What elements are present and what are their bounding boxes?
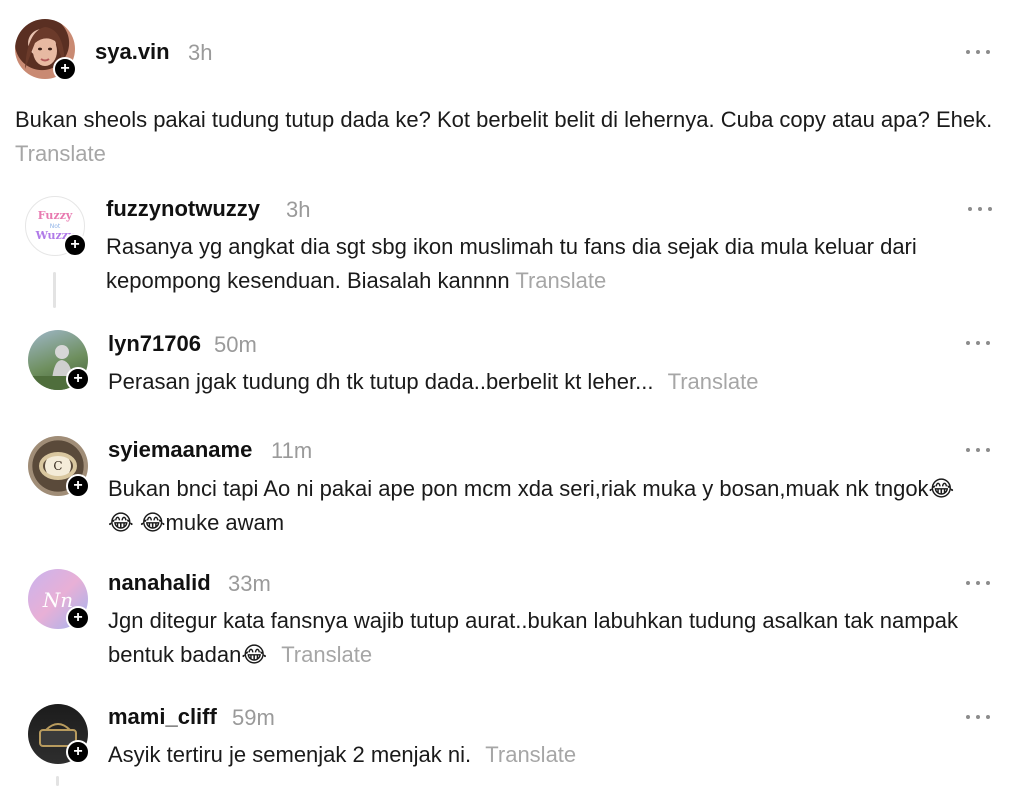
reply-text: Bukan bnci tapi Ao ni pakai ape pon mcm …: [108, 472, 968, 540]
more-options-icon[interactable]: [966, 48, 990, 56]
reply-time: 3h: [286, 197, 311, 222]
username[interactable]: sya.vin: [95, 39, 170, 65]
thread-line: [53, 272, 56, 308]
more-options-icon[interactable]: [968, 205, 992, 213]
plus-icon: +: [70, 236, 80, 253]
follow-button[interactable]: +: [53, 57, 77, 81]
thread-line: [56, 776, 59, 786]
translate-link[interactable]: Translate: [485, 742, 576, 767]
reply-body: Bukan bnci tapi Ao ni pakai ape pon mcm …: [108, 476, 955, 535]
post-body: Bukan sheols pakai tudung tutup dada ke?…: [15, 107, 993, 132]
more-options-icon[interactable]: [966, 446, 990, 454]
plus-icon: +: [73, 743, 83, 760]
reply-body: Perasan jgak tudung dh tk tutup dada..be…: [108, 369, 654, 394]
translate-link[interactable]: Translate: [515, 268, 606, 293]
reply-text: Jgn ditegur kata fansnya wajib tutup aur…: [108, 604, 978, 672]
plus-icon: +: [60, 60, 70, 77]
svg-text:C: C: [53, 459, 62, 473]
reply-body: Rasanya yg angkat dia sgt sbg ikon musli…: [106, 234, 917, 293]
username[interactable]: lyn71706: [108, 331, 201, 357]
post-time: 3h: [188, 40, 213, 65]
svg-text:Nn: Nn: [42, 588, 73, 612]
follow-button[interactable]: +: [63, 233, 87, 257]
translate-link[interactable]: Translate: [281, 642, 372, 667]
follow-button[interactable]: +: [66, 606, 90, 630]
follow-button[interactable]: +: [66, 474, 90, 498]
username[interactable]: mami_cliff: [108, 704, 217, 730]
reply-time: 59m: [232, 705, 275, 730]
svg-text:Fuzzy: Fuzzy: [38, 209, 73, 222]
reply-text: Rasanya yg angkat dia sgt sbg ikon musli…: [106, 230, 986, 298]
reply-time: 33m: [228, 571, 271, 596]
more-options-icon[interactable]: [966, 713, 990, 721]
reply-text: Perasan jgak tudung dh tk tutup dada..be…: [108, 365, 988, 399]
plus-icon: +: [73, 477, 83, 494]
reply-time: 50m: [214, 332, 257, 357]
username[interactable]: syiemaaname: [108, 437, 252, 463]
more-options-icon[interactable]: [966, 579, 990, 587]
reply-body: Asyik tertiru je semenjak 2 menjak ni.: [108, 742, 472, 767]
reply-time: 11m: [271, 438, 313, 463]
post-text: Bukan sheols pakai tudung tutup dada ke?…: [15, 103, 1005, 171]
follow-button[interactable]: +: [66, 740, 90, 764]
more-options-icon[interactable]: [966, 339, 990, 347]
reply-text: Asyik tertiru je semenjak 2 menjak ni. T…: [108, 738, 968, 772]
follow-button[interactable]: +: [66, 367, 90, 391]
plus-icon: +: [73, 370, 83, 387]
reply-body: Jgn ditegur kata fansnya wajib tutup aur…: [108, 608, 959, 667]
plus-icon: +: [73, 609, 83, 626]
translate-link[interactable]: Translate: [15, 141, 106, 166]
username[interactable]: nanahalid: [108, 570, 211, 596]
translate-link[interactable]: Translate: [668, 369, 759, 394]
username[interactable]: fuzzynotwuzzy: [106, 196, 260, 222]
